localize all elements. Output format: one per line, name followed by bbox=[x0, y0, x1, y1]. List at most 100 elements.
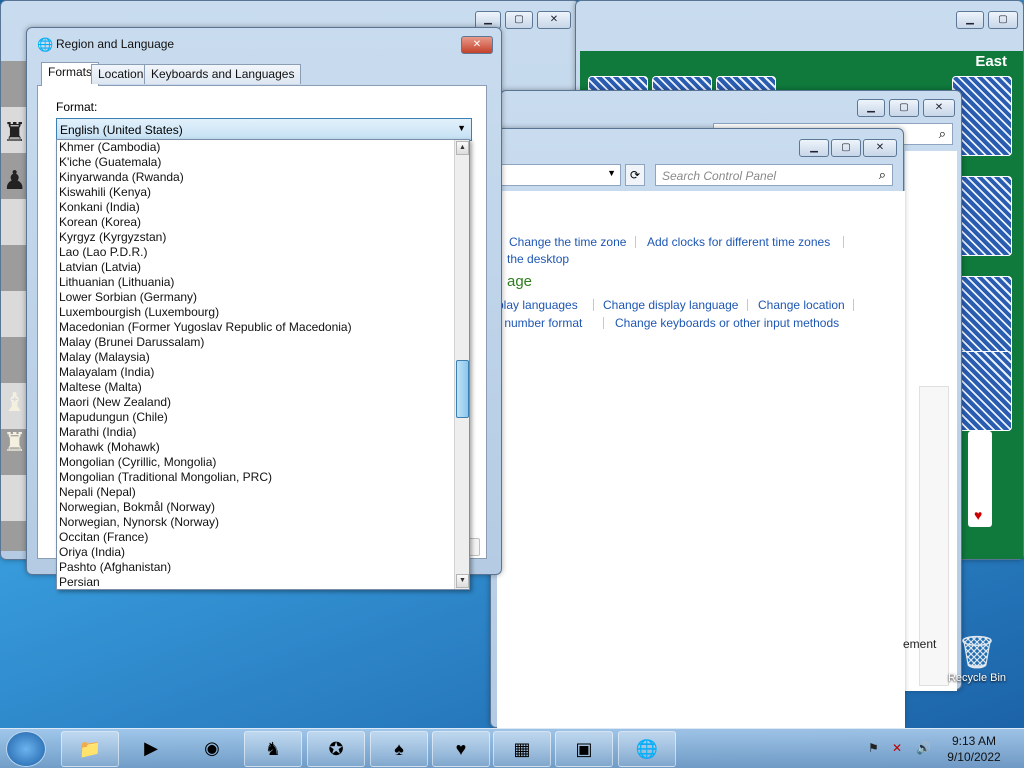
recycle-bin[interactable]: 🗑 Recycle Bin bbox=[944, 632, 1010, 684]
start-button[interactable] bbox=[6, 731, 46, 767]
change-keyboards-link[interactable]: Change keyboards or other input methods bbox=[615, 316, 839, 330]
recycle-bin-label: Recycle Bin bbox=[947, 672, 1007, 684]
change-location-link[interactable]: Change location bbox=[758, 298, 845, 312]
scroll-up-icon[interactable]: ▲ bbox=[456, 141, 469, 155]
region-language-icon[interactable]: 🌐 bbox=[618, 731, 676, 767]
chevron-down-icon[interactable]: ▼ bbox=[607, 168, 616, 178]
list-item[interactable]: Kiswahili (Kenya) bbox=[57, 185, 469, 200]
desktop-link[interactable]: the desktop bbox=[507, 252, 569, 266]
tab-keyboards-languages[interactable]: Keyboards and Languages bbox=[144, 64, 302, 84]
separator bbox=[747, 299, 748, 311]
card-face[interactable]: ♥ bbox=[968, 431, 992, 527]
list-item[interactable]: Malayalam (India) bbox=[57, 365, 469, 380]
close-button[interactable]: ✕ bbox=[537, 11, 571, 29]
list-item[interactable]: Norwegian, Nynorsk (Norway) bbox=[57, 515, 469, 530]
format-dropdown-list[interactable]: Khmer (Cambodia) K'iche (Guatemala) Kinyar… bbox=[56, 139, 470, 590]
list-item[interactable]: Kyrgyz (Kyrgyzstan) bbox=[57, 230, 469, 245]
list-item[interactable]: Korean (Korea) bbox=[57, 215, 469, 230]
scroll-thumb[interactable] bbox=[456, 360, 469, 418]
list-item[interactable]: Occitan (France) bbox=[57, 530, 469, 545]
maximize-button[interactable]: ▢ bbox=[889, 99, 919, 117]
network-icon[interactable]: ✕ bbox=[892, 741, 902, 755]
change-display-language-link[interactable]: Change display language bbox=[603, 298, 738, 312]
list-item[interactable]: Pashto (Afghanistan) bbox=[57, 560, 469, 575]
list-item[interactable]: K'iche (Guatemala) bbox=[57, 155, 469, 170]
format-label: Format: bbox=[56, 100, 98, 114]
display-icon[interactable]: ▣ bbox=[555, 731, 613, 767]
close-button[interactable]: ✕ bbox=[461, 36, 493, 54]
list-item[interactable]: Kinyarwanda (Rwanda) bbox=[57, 170, 469, 185]
list-item[interactable]: Mongolian (Traditional Mongolian, PRC) bbox=[57, 470, 469, 485]
change-time-zone-link[interactable]: Change the time zone bbox=[509, 235, 626, 249]
address-bar[interactable]: ▼ bbox=[501, 164, 621, 186]
list-item[interactable]: Lao (Lao P.D.R.) bbox=[57, 245, 469, 260]
rook-white-icon: ♜ bbox=[3, 427, 27, 457]
number-format-link[interactable]: r number format bbox=[497, 316, 582, 330]
east-label: East bbox=[975, 53, 1007, 70]
scroll-down-icon[interactable]: ▼ bbox=[456, 574, 469, 588]
list-item[interactable]: Malay (Brunei Darussalam) bbox=[57, 335, 469, 350]
control-panel-content: Change the time zone Add clocks for diff… bbox=[497, 191, 905, 729]
media-player-icon[interactable]: ▶ bbox=[122, 731, 180, 767]
list-item[interactable]: Malay (Malaysia) bbox=[57, 350, 469, 365]
dialog-title: Region and Language bbox=[56, 37, 175, 51]
recycle-bin-icon: 🗑 bbox=[956, 634, 998, 670]
vertical-scrollbar[interactable]: ▲ ▼ bbox=[454, 140, 469, 589]
volume-icon[interactable]: 🔊 bbox=[916, 741, 931, 755]
separator bbox=[853, 299, 854, 311]
action-center-icon[interactable]: ⚑ bbox=[868, 741, 879, 755]
chrome-icon[interactable]: ◉ bbox=[183, 731, 241, 767]
hearts-icon[interactable]: ♥ bbox=[432, 731, 490, 767]
refresh-icon[interactable]: ⟳ bbox=[625, 164, 645, 186]
globe-icon: 🌐 bbox=[37, 37, 54, 52]
control-panel-icon[interactable]: ▦ bbox=[493, 731, 551, 767]
maximize-button[interactable]: ▢ bbox=[831, 139, 861, 157]
system-clock[interactable]: 9:13 AM 9/10/2022 bbox=[944, 733, 1004, 765]
list-item[interactable]: Lithuanian (Lithuania) bbox=[57, 275, 469, 290]
separator bbox=[603, 317, 604, 329]
taskbar: 📁 ▶ ◉ ♞ ✪ ♠ ♥ ▦ ▣ 🌐 ⚑ ✕ 🔊 9:13 AM 9/10/2… bbox=[0, 728, 1024, 768]
close-button[interactable]: ✕ bbox=[863, 139, 897, 157]
bishop-icon: ♝ bbox=[3, 387, 27, 417]
list-item[interactable]: Nepali (Nepal) bbox=[57, 485, 469, 500]
add-clocks-link[interactable]: Add clocks for different time zones bbox=[647, 235, 830, 249]
minimize-button[interactable]: ▁ bbox=[857, 99, 885, 117]
list-item[interactable]: Lower Sorbian (Germany) bbox=[57, 290, 469, 305]
separator bbox=[635, 236, 636, 248]
format-select[interactable]: English (United States) ▼ bbox=[56, 118, 472, 141]
close-button[interactable]: ✕ bbox=[923, 99, 955, 117]
chevron-down-icon[interactable]: ▼ bbox=[457, 123, 466, 133]
game-icon[interactable]: ✪ bbox=[307, 731, 365, 767]
minimize-button[interactable]: ▁ bbox=[799, 139, 829, 157]
list-item[interactable]: Norwegian, Bokmål (Norway) bbox=[57, 500, 469, 515]
list-item[interactable]: Mapudungun (Chile) bbox=[57, 410, 469, 425]
format-options: Khmer (Cambodia) K'iche (Guatemala) Kinyar… bbox=[57, 140, 469, 589]
list-item[interactable]: Macedonian (Former Yugoslav Republic of … bbox=[57, 320, 469, 335]
format-selected-value: English (United States) bbox=[60, 123, 183, 137]
pawn-icon: ♟ bbox=[3, 165, 27, 195]
list-item[interactable]: Konkani (India) bbox=[57, 200, 469, 215]
list-item[interactable]: Marathi (India) bbox=[57, 425, 469, 440]
search-control-panel[interactable]: Search Control Panel ⌕ bbox=[655, 164, 893, 186]
list-item[interactable]: Mongolian (Cyrillic, Mongolia) bbox=[57, 455, 469, 470]
clock-date: 9/10/2022 bbox=[947, 750, 1001, 764]
list-item[interactable]: Maori (New Zealand) bbox=[57, 395, 469, 410]
list-item[interactable]: Mohawk (Mohawk) bbox=[57, 440, 469, 455]
explorer-icon[interactable]: 📁 bbox=[61, 731, 119, 767]
list-item[interactable]: Persian bbox=[57, 575, 469, 589]
display-languages-link[interactable]: play languages bbox=[497, 298, 578, 312]
category-heading[interactable]: age bbox=[507, 273, 532, 290]
list-item[interactable]: Khmer (Cambodia) bbox=[57, 140, 469, 155]
rook-icon: ♜ bbox=[3, 117, 27, 147]
maximize-button[interactable]: ▢ bbox=[988, 11, 1018, 29]
list-item[interactable]: Latvian (Latvia) bbox=[57, 260, 469, 275]
list-item[interactable]: Maltese (Malta) bbox=[57, 380, 469, 395]
maximize-button[interactable]: ▢ bbox=[505, 11, 533, 29]
minimize-button[interactable]: ▁ bbox=[956, 11, 984, 29]
chess-icon[interactable]: ♞ bbox=[244, 731, 302, 767]
list-item[interactable]: Oriya (India) bbox=[57, 545, 469, 560]
list-item[interactable]: Luxembourgish (Luxembourg) bbox=[57, 305, 469, 320]
chess-board: ♜ ♟ ♝ ♜ bbox=[1, 61, 27, 551]
tab-location[interactable]: Location bbox=[91, 64, 151, 84]
spider-solitaire-icon[interactable]: ♠ bbox=[370, 731, 428, 767]
